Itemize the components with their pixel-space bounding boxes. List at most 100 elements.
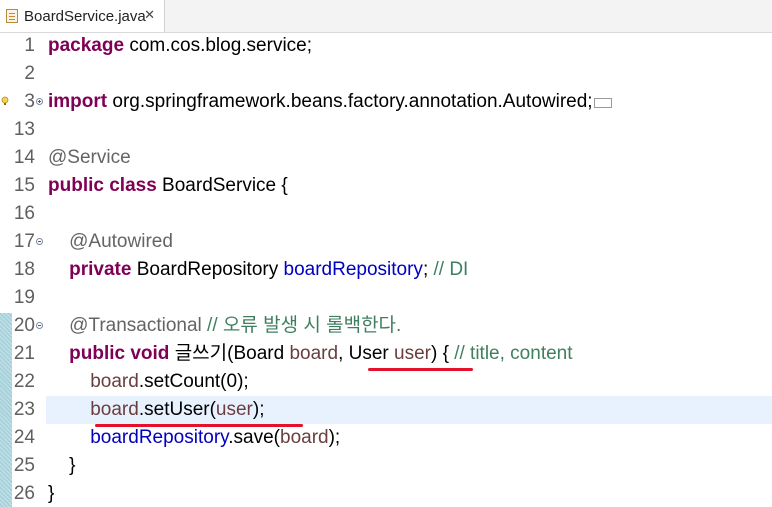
code-line-13[interactable]: 13 <box>0 116 772 144</box>
code-token: void <box>130 343 170 364</box>
code-text: board.setUser(user); <box>48 396 265 424</box>
close-icon[interactable]: ✕ <box>144 9 155 23</box>
code-token: private <box>69 259 132 280</box>
code-token: ; <box>422 259 434 280</box>
code-token: BoardService { <box>156 175 288 196</box>
line-number: 14 <box>13 147 35 168</box>
line-number: 2 <box>24 63 35 84</box>
code-token: boardRepository <box>90 427 229 448</box>
line-number: 16 <box>13 203 35 224</box>
line-number: 21 <box>13 343 35 364</box>
code-text: @Service <box>48 144 131 172</box>
code-token: org.springframework.beans.factory.annota… <box>107 91 593 112</box>
code-text: @Autowired <box>48 228 173 256</box>
code-token: board <box>90 399 139 420</box>
code-token: BoardRepository <box>131 259 284 280</box>
line-number: 1 <box>24 35 35 56</box>
code-token: // 오류 발생 시 롤백한다. <box>207 315 402 336</box>
line-number: 18 <box>13 259 35 280</box>
code-token: class <box>109 175 157 196</box>
code-line-21[interactable]: 21 public void 글쓰기(Board board, User use… <box>0 340 772 368</box>
line-number: 25 <box>13 455 35 476</box>
code-token: ); <box>328 427 341 448</box>
code-token: user <box>215 399 253 420</box>
code-token: 글쓰기(Board <box>169 343 290 364</box>
code-token: @Transactional <box>69 315 202 336</box>
code-line-19[interactable]: 19 <box>0 284 772 312</box>
code-text: private BoardRepository boardRepository;… <box>48 256 468 284</box>
code-line-23[interactable]: 23 board.setUser(user); <box>0 396 772 424</box>
code-token: com.cos.blog.service; <box>124 35 313 56</box>
code-text: boardRepository.save(board); <box>48 424 340 452</box>
code-text: public void 글쓰기(Board board, User user) … <box>48 340 573 368</box>
code-token: .setCount(0); <box>138 371 249 392</box>
code-token: // DI <box>433 259 469 280</box>
code-token: .setUser( <box>138 399 216 420</box>
code-line-14[interactable]: 14 @Service <box>0 144 772 172</box>
code-line-3[interactable]: 3 import org.springframework.beans.factor… <box>0 88 772 116</box>
code-token: , User <box>338 343 395 364</box>
code-line-17[interactable]: 17 @Autowired <box>0 228 772 256</box>
code-text: } <box>48 480 54 507</box>
code-token: } <box>48 455 76 476</box>
code-line-15[interactable]: 15 public class BoardService { <box>0 172 772 200</box>
line-number: 13 <box>13 119 35 140</box>
tab-title: BoardService.java <box>24 7 146 25</box>
code-token: .save( <box>228 427 280 448</box>
code-token: @Autowired <box>69 231 173 252</box>
code-text: @Transactional // 오류 발생 시 롤백한다. <box>48 312 401 340</box>
line-number: 22 <box>13 371 35 392</box>
eclipse-editor-window: BoardService.java ✕ 1 package com.cos.blo… <box>0 0 772 507</box>
line-number: 23 <box>13 399 35 420</box>
code-text: board.setCount(0); <box>48 368 249 396</box>
code-token: // title, content <box>454 343 573 364</box>
code-token: @Service <box>48 147 131 168</box>
warning-lightbulb-icon[interactable] <box>1 96 10 106</box>
code-token: ); <box>252 399 265 420</box>
code-line-20[interactable]: 20 @Transactional // 오류 발생 시 롤백한다. <box>0 312 772 340</box>
code-line-16[interactable]: 16 <box>0 200 772 228</box>
code-text: package com.cos.blog.service; <box>48 32 312 60</box>
code-token: public <box>48 175 104 196</box>
line-number: 15 <box>13 175 35 196</box>
code-token: board <box>289 343 339 364</box>
code-editor[interactable]: 1 package com.cos.blog.service; 2 3 import o… <box>0 32 772 507</box>
code-line-25[interactable]: 25 } <box>0 452 772 480</box>
code-line-26[interactable]: 26} <box>0 480 772 507</box>
fold-expand-icon[interactable] <box>36 98 43 105</box>
line-number: 26 <box>13 483 35 504</box>
tab-boardservice-java[interactable]: BoardService.java ✕ <box>0 0 165 32</box>
code-line-22[interactable]: 22 board.setCount(0); <box>0 368 772 396</box>
line-number: 19 <box>13 287 35 308</box>
code-line-18[interactable]: 18 private BoardRepository boardReposito… <box>0 256 772 284</box>
code-text: import org.springframework.beans.factory… <box>48 88 612 116</box>
editor-tab-bar: BoardService.java ✕ <box>0 0 772 33</box>
code-token: user <box>394 343 431 364</box>
code-line-24[interactable]: 24 boardRepository.save(board); <box>0 424 772 452</box>
code-token: board <box>90 371 139 392</box>
code-token: package <box>48 35 125 56</box>
java-file-icon <box>6 9 18 23</box>
code-token: boardRepository <box>283 259 423 280</box>
code-line-2[interactable]: 2 <box>0 60 772 88</box>
fold-collapse-icon[interactable] <box>36 238 43 245</box>
line-number: 24 <box>13 427 35 448</box>
folded-imports-box[interactable] <box>593 98 612 108</box>
line-number: 20 <box>13 315 35 336</box>
fold-collapse-icon[interactable] <box>36 322 43 329</box>
code-token: import <box>48 91 108 112</box>
code-token: board <box>280 427 329 448</box>
code-text: } <box>48 452 75 480</box>
red-underline-setuser <box>95 424 303 427</box>
code-token: } <box>48 483 55 504</box>
red-underline-params <box>368 368 473 371</box>
code-token: public <box>69 343 126 364</box>
code-token: ) { <box>430 343 455 364</box>
code-line-1[interactable]: 1 package com.cos.blog.service; <box>0 32 772 60</box>
code-text: public class BoardService { <box>48 172 288 200</box>
